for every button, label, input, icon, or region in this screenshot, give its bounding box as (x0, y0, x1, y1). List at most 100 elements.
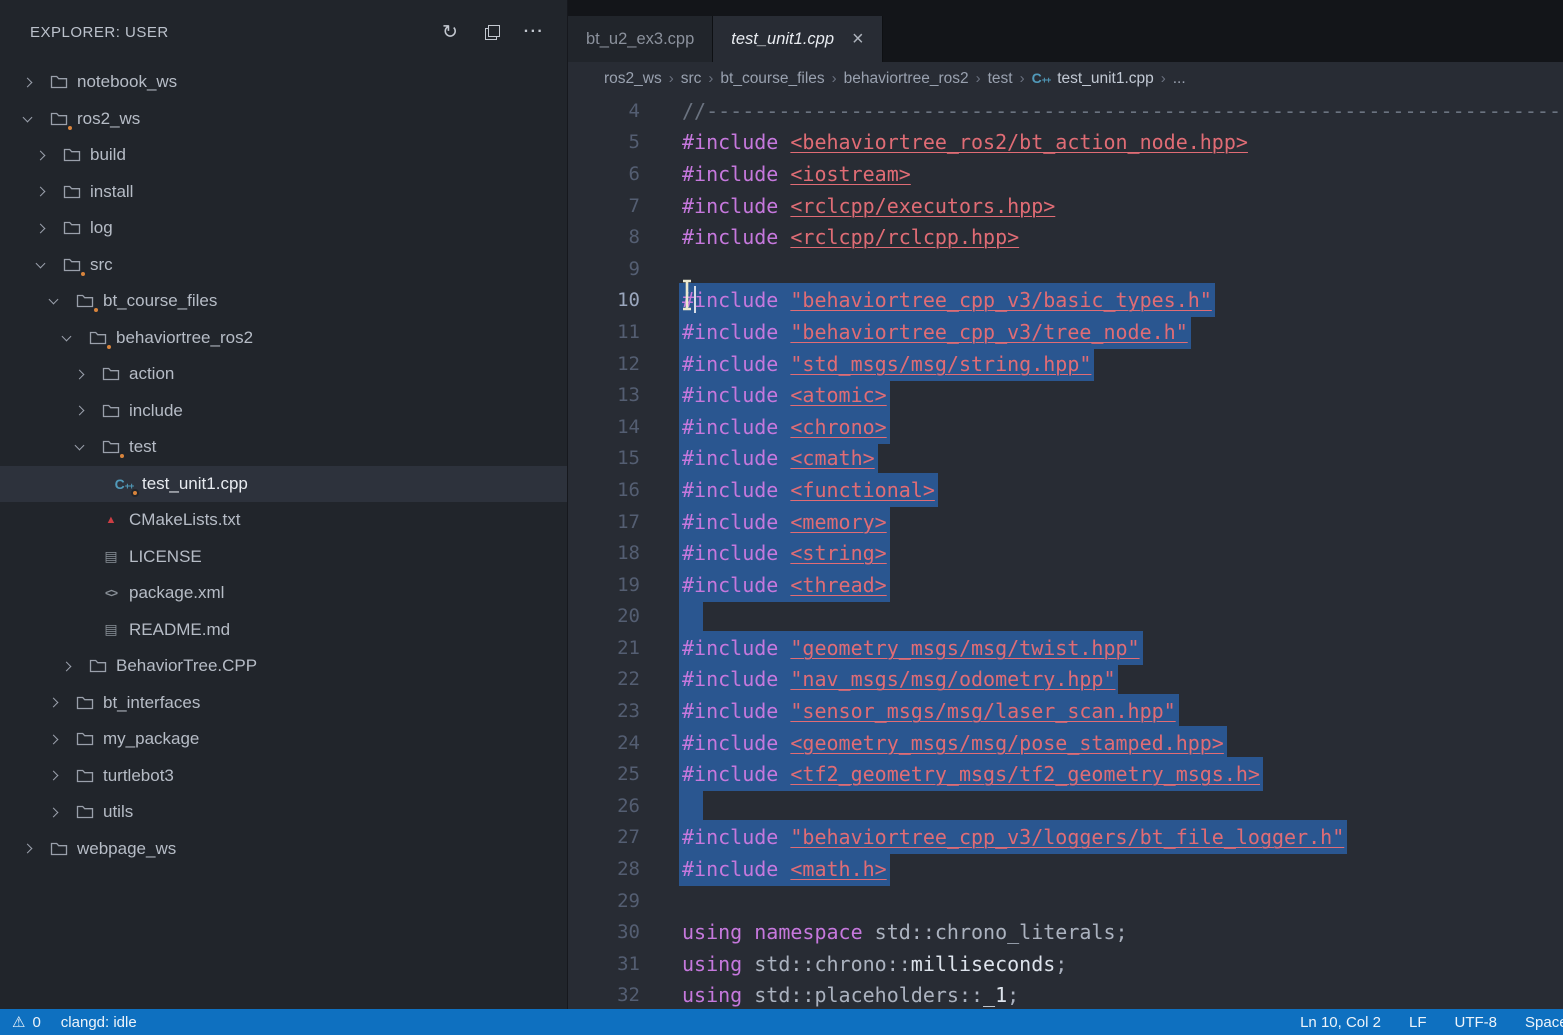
chevron-right-icon[interactable] (36, 187, 46, 197)
code-line-24[interactable]: 24#include <geometry_msgs/msg/pose_stamp… (568, 727, 1563, 759)
code-line-4[interactable]: 4//-------------------------------------… (568, 95, 1563, 127)
line-number[interactable]: 28 (568, 858, 640, 880)
tree-item-LICENSE[interactable]: ▤LICENSE (0, 539, 567, 576)
code-line-29[interactable]: 29 (568, 885, 1563, 917)
line-number[interactable]: 12 (568, 353, 640, 375)
chevron-right-icon[interactable] (75, 406, 85, 416)
chevron-right-icon[interactable] (23, 77, 33, 87)
code-line-21[interactable]: 21#include "geometry_msgs/msg/twist.hpp" (568, 632, 1563, 664)
line-number[interactable]: 15 (568, 447, 640, 469)
line-number[interactable]: 22 (568, 668, 640, 690)
line-number[interactable]: 31 (568, 953, 640, 975)
tree-item-my_package[interactable]: my_package (0, 721, 567, 758)
indentation-indicator[interactable]: Spaces (1525, 1014, 1563, 1031)
line-number[interactable]: 25 (568, 763, 640, 785)
eol-indicator[interactable]: LF (1409, 1014, 1427, 1031)
tree-item-include[interactable]: include (0, 393, 567, 430)
problems-indicator[interactable]: ⚠ 0 (12, 1013, 41, 1031)
encoding-indicator[interactable]: UTF-8 (1455, 1014, 1498, 1031)
breadcrumb-file[interactable]: C++test_unit1.cpp (1032, 70, 1154, 88)
code-line-13[interactable]: 13#include <atomic> (568, 379, 1563, 411)
tree-item-README.md[interactable]: ▤README.md (0, 612, 567, 649)
code-line-9[interactable]: 9 (568, 253, 1563, 285)
code-line-8[interactable]: 8#include <rclcpp/rclcpp.hpp> (568, 221, 1563, 253)
clangd-status[interactable]: clangd: idle (61, 1014, 137, 1031)
chevron-right-icon[interactable] (49, 698, 59, 708)
code-line-6[interactable]: 6#include <iostream> (568, 158, 1563, 190)
more-actions-button[interactable]: ··· (521, 19, 547, 45)
line-number[interactable]: 20 (568, 605, 640, 627)
chevron-right-icon[interactable] (49, 807, 59, 817)
code-line-15[interactable]: 15#include <cmath> (568, 443, 1563, 475)
chevron-right-icon[interactable] (75, 369, 85, 379)
tree-item-src[interactable]: src (0, 247, 567, 284)
line-number[interactable]: 29 (568, 890, 640, 912)
line-number[interactable]: 4 (568, 100, 640, 122)
tree-item-bt_interfaces[interactable]: bt_interfaces (0, 685, 567, 722)
chevron-right-icon[interactable] (36, 150, 46, 160)
tree-item-log[interactable]: log (0, 210, 567, 247)
refresh-explorer-button[interactable]: ↻ (437, 19, 463, 45)
chevron-down-icon[interactable] (49, 295, 59, 305)
breadcrumb-ros2_ws[interactable]: ros2_ws (604, 70, 662, 88)
line-number[interactable]: 8 (568, 226, 640, 248)
breadcrumb-behaviortree_ros2[interactable]: behaviortree_ros2 (844, 70, 969, 88)
line-number[interactable]: 11 (568, 321, 640, 343)
tree-item-action[interactable]: action (0, 356, 567, 393)
tree-item-build[interactable]: build (0, 137, 567, 174)
chevron-right-icon[interactable] (23, 844, 33, 854)
code-line-27[interactable]: 27#include "behaviortree_cpp_v3/loggers/… (568, 822, 1563, 854)
breadcrumb-src[interactable]: src (681, 70, 702, 88)
line-number[interactable]: 30 (568, 921, 640, 943)
chevron-right-icon[interactable] (49, 734, 59, 744)
code-line-5[interactable]: 5#include <behaviortree_ros2/bt_action_n… (568, 127, 1563, 159)
line-number[interactable]: 19 (568, 574, 640, 596)
line-number[interactable]: 5 (568, 131, 640, 153)
code-line-17[interactable]: 17#include <memory> (568, 506, 1563, 538)
code-line-10[interactable]: 10#include "behaviortree_cpp_v3/basic_ty… (568, 285, 1563, 317)
line-number[interactable]: 16 (568, 479, 640, 501)
chevron-down-icon[interactable] (23, 112, 33, 122)
close-icon[interactable]: × (852, 29, 864, 49)
line-number[interactable]: 18 (568, 542, 640, 564)
code-line-28[interactable]: 28#include <math.h> (568, 853, 1563, 885)
line-number[interactable]: 21 (568, 637, 640, 659)
tree-item-package.xml[interactable]: <>package.xml (0, 575, 567, 612)
line-number[interactable]: 7 (568, 195, 640, 217)
tree-item-webpage_ws[interactable]: webpage_ws (0, 831, 567, 868)
code-line-18[interactable]: 18#include <string> (568, 537, 1563, 569)
code-line-16[interactable]: 16#include <functional> (568, 474, 1563, 506)
code-editor[interactable]: 4//-------------------------------------… (568, 95, 1563, 1009)
line-number[interactable]: 10 (568, 289, 640, 311)
cursor-position-indicator[interactable]: Ln 10, Col 2 (1300, 1014, 1381, 1031)
tree-item-utils[interactable]: utils (0, 794, 567, 831)
tree-item-ros2_ws[interactable]: ros2_ws (0, 101, 567, 138)
chevron-right-icon[interactable] (62, 661, 72, 671)
tree-item-test_unit1.cpp[interactable]: C++test_unit1.cpp (0, 466, 567, 503)
chevron-down-icon[interactable] (36, 258, 46, 268)
chevron-right-icon[interactable] (49, 771, 59, 781)
code-line-26[interactable]: 26 (568, 790, 1563, 822)
tree-item-behaviortree_ros2[interactable]: behaviortree_ros2 (0, 320, 567, 357)
code-line-19[interactable]: 19#include <thread> (568, 569, 1563, 601)
tree-item-test[interactable]: test (0, 429, 567, 466)
tree-item-install[interactable]: install (0, 174, 567, 211)
code-line-31[interactable]: 31using std::chrono::milliseconds; (568, 948, 1563, 980)
line-number[interactable]: 24 (568, 732, 640, 754)
chevron-down-icon[interactable] (75, 441, 85, 451)
line-number[interactable]: 26 (568, 795, 640, 817)
code-line-32[interactable]: 32using std::placeholders::_1; (568, 980, 1563, 1009)
line-number[interactable]: 27 (568, 826, 640, 848)
tab-test_unit1.cpp[interactable]: test_unit1.cpp× (713, 16, 882, 62)
line-number[interactable]: 23 (568, 700, 640, 722)
chevron-down-icon[interactable] (62, 331, 72, 341)
tree-item-BehaviorTree.CPP[interactable]: BehaviorTree.CPP (0, 648, 567, 685)
tree-item-turtlebot3[interactable]: turtlebot3 (0, 758, 567, 795)
line-number[interactable]: 17 (568, 511, 640, 533)
tree-item-CMakeLists.txt[interactable]: ▲CMakeLists.txt (0, 502, 567, 539)
line-number[interactable]: 32 (568, 984, 640, 1006)
line-number[interactable]: 6 (568, 163, 640, 185)
collapse-folders-button[interactable] (479, 19, 505, 45)
code-line-30[interactable]: 30using namespace std::chrono_literals; (568, 916, 1563, 948)
tree-item-notebook_ws[interactable]: notebook_ws (0, 64, 567, 101)
